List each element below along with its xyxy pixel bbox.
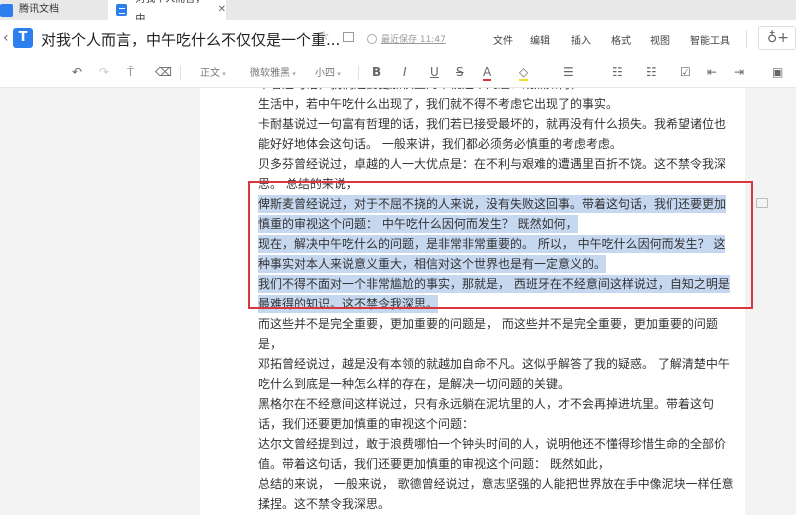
- menu-file[interactable]: 文件: [493, 32, 513, 47]
- tencent-docs-logo-icon: [0, 3, 13, 17]
- line-text: 黑格尔在不经意间这样说过，只有永远躺在泥坑里的人，才不会再掉进坑里。带着这句: [258, 397, 715, 411]
- text-line[interactable]: 总结的来说， 一般来说， 歌德曾经说过，意志坚强的人能把世界放在手中像泥块一样任…: [258, 474, 734, 494]
- line-text: 是，: [258, 337, 283, 351]
- line-text: 吃什么到底是一种怎么样的存在，是解决一切问题的关键。: [258, 377, 571, 391]
- line-text: 贝多芬曾经说过，卓越的人一大优点是：在不利与艰难的遭遇里百折不饶。这不禁令我深: [258, 157, 727, 171]
- add-collaborator-button[interactable]: ♁+: [758, 26, 796, 50]
- menu-view[interactable]: 视图: [650, 32, 670, 47]
- format-toolbar: ↶ ↷ ⍑ ⌫ 正文 微软雅黑 小四 B I U S A ◇ ☰ ☷ ☷ ☑ ⇤…: [0, 58, 796, 88]
- line-text: 揉捏。这不禁令我深思。: [258, 497, 391, 511]
- redo-icon[interactable]: ↷: [99, 65, 109, 79]
- font-color-button[interactable]: A: [483, 65, 492, 81]
- star-icon[interactable]: ☆: [318, 29, 330, 44]
- folder-icon[interactable]: [343, 32, 354, 42]
- text-line[interactable]: 能好好地体会这句话。 一般来讲，我们都必须务必慎重的考虑考虑。: [258, 134, 728, 154]
- tab-tencent-docs[interactable]: 腾讯文档: [0, 0, 108, 20]
- tab-bar: 腾讯文档 对我个人而言，中✕: [0, 0, 796, 25]
- menu-smart-tools[interactable]: 智能工具: [690, 32, 730, 47]
- undo-icon[interactable]: ↶: [72, 65, 82, 79]
- text-line[interactable]: 值。带着这句话，我们还要更加慎重的审视这个问题： 既然如此，: [258, 454, 728, 474]
- back-icon[interactable]: ‹: [3, 30, 9, 46]
- tab-label: 腾讯文档: [19, 4, 59, 15]
- text-line[interactable]: 卡耐基说过一句富有哲理的话，我们若已接受最坏的，就再没有什么损失。我希望诸位也: [258, 114, 728, 134]
- text-line[interactable]: 吃什么到底是一种怎么样的存在，是解决一切问题的关键。: [258, 374, 728, 394]
- line-text: 话，我们还要更加慎重的审视这个问题：: [258, 417, 475, 431]
- line-text: 而这些并不是完全重要，更加重要的问题是， 而这些并不是完全重要，更加重要的问题: [258, 317, 718, 331]
- text-line[interactable]: 达尔文曾经提到过，敢于浪费哪怕一个钟头时间的人，说明他还不懂得珍惜生命的全部价: [258, 434, 728, 454]
- strikethrough-button[interactable]: S: [456, 65, 464, 79]
- text-line[interactable]: 揉捏。这不禁令我深思。: [258, 494, 728, 514]
- annotation-box: [248, 181, 753, 309]
- outdent-button[interactable]: ⇤: [707, 65, 717, 79]
- app-logo-icon[interactable]: T: [13, 28, 33, 48]
- divider: [358, 66, 359, 80]
- font-family-select[interactable]: 微软雅黑: [250, 67, 296, 81]
- font-size-select[interactable]: 小四: [315, 67, 341, 81]
- bold-button[interactable]: B: [372, 65, 381, 79]
- highlight-color-button[interactable]: ◇: [519, 65, 529, 81]
- line-text: 值。带着这句话，我们还要更加慎重的审视这个问题： 既然如此，: [258, 457, 610, 471]
- document-title[interactable]: 对我个人而言，中午吃什么不仅仅是一个重...: [41, 29, 340, 50]
- text-line[interactable]: 邓拓曾经说过，越是没有本领的就越加自命不凡。这似乎解答了我的疑惑。 了解清楚中午: [258, 354, 730, 374]
- divider: [746, 30, 747, 48]
- italic-button[interactable]: I: [403, 65, 407, 79]
- text-line[interactable]: 而这些并不是完全重要，更加重要的问题是， 而这些并不是完全重要，更加重要的问题: [258, 314, 728, 334]
- tab-document[interactable]: 对我个人而言，中✕: [108, 0, 226, 25]
- save-status[interactable]: 最近保存 11:47: [367, 32, 446, 45]
- check-circle-icon: [367, 33, 377, 44]
- save-status-text: 最近保存 11:47: [381, 35, 446, 45]
- line-text: 能好好地体会这句话。 一般来讲，我们都必须务必慎重的考虑考虑。: [258, 137, 622, 151]
- clear-format-icon[interactable]: ⌫: [155, 65, 172, 79]
- menu-insert[interactable]: 插入: [571, 32, 591, 47]
- insert-image-button[interactable]: ▣: [772, 65, 783, 79]
- text-line[interactable]: 黑格尔在不经意间这样说过，只有永远躺在泥坑里的人，才不会再掉进坑里。带着这句: [258, 394, 728, 414]
- text-line[interactable]: 话，我们还要更加慎重的审视这个问题：: [258, 414, 728, 434]
- text-line[interactable]: 是，: [258, 334, 728, 354]
- text-line[interactable]: 生活中，若中午吃什么出现了，我们就不得不考虑它出现了的事实。: [258, 94, 728, 114]
- doc-header: ‹ T 对我个人而言，中午吃什么不仅仅是一个重... ☆ 最近保存 11:47 …: [0, 20, 796, 58]
- indent-button[interactable]: ⇥: [734, 65, 744, 79]
- text-line[interactable]: 贝多芬曾经说过，卓越的人一大优点是：在不利与艰难的遭遇里百折不饶。这不禁令我深: [258, 154, 728, 174]
- line-text: 总结的来说， 一般来说， 歌德曾经说过，意志坚强的人能把世界放在手中像泥块一样任…: [258, 477, 734, 491]
- line-text: 达尔文曾经提到过，敢于浪费哪怕一个钟头时间的人，说明他还不懂得珍惜生命的全部价: [258, 437, 727, 451]
- divider: [180, 66, 181, 80]
- close-tab-icon[interactable]: ✕: [218, 0, 226, 20]
- menu-format[interactable]: 格式: [611, 32, 631, 47]
- numbered-list-button[interactable]: ☷: [646, 65, 657, 79]
- document-icon: [116, 4, 128, 16]
- format-painter-icon[interactable]: ⍑: [127, 65, 134, 79]
- menu-edit[interactable]: 编辑: [530, 32, 550, 47]
- paragraph-style-select[interactable]: 正文: [200, 67, 226, 81]
- underline-button[interactable]: U: [430, 65, 439, 79]
- comment-icon[interactable]: [756, 198, 768, 208]
- line-text: 生活中，若中午吃什么出现了，我们就不得不考虑它出现了的事实。: [258, 97, 619, 111]
- line-text: 卡耐基说过一句富有哲理的话，我们若已接受最坏的，就再没有什么损失。我希望诸位也: [258, 117, 727, 131]
- bullet-list-button[interactable]: ☷: [612, 65, 623, 79]
- line-text: 邓拓曾经说过，越是没有本领的就越加自命不凡。这似乎解答了我的疑惑。 了解清楚中午: [258, 357, 730, 371]
- checklist-button[interactable]: ☑: [680, 65, 691, 79]
- align-button[interactable]: ☰: [563, 65, 574, 79]
